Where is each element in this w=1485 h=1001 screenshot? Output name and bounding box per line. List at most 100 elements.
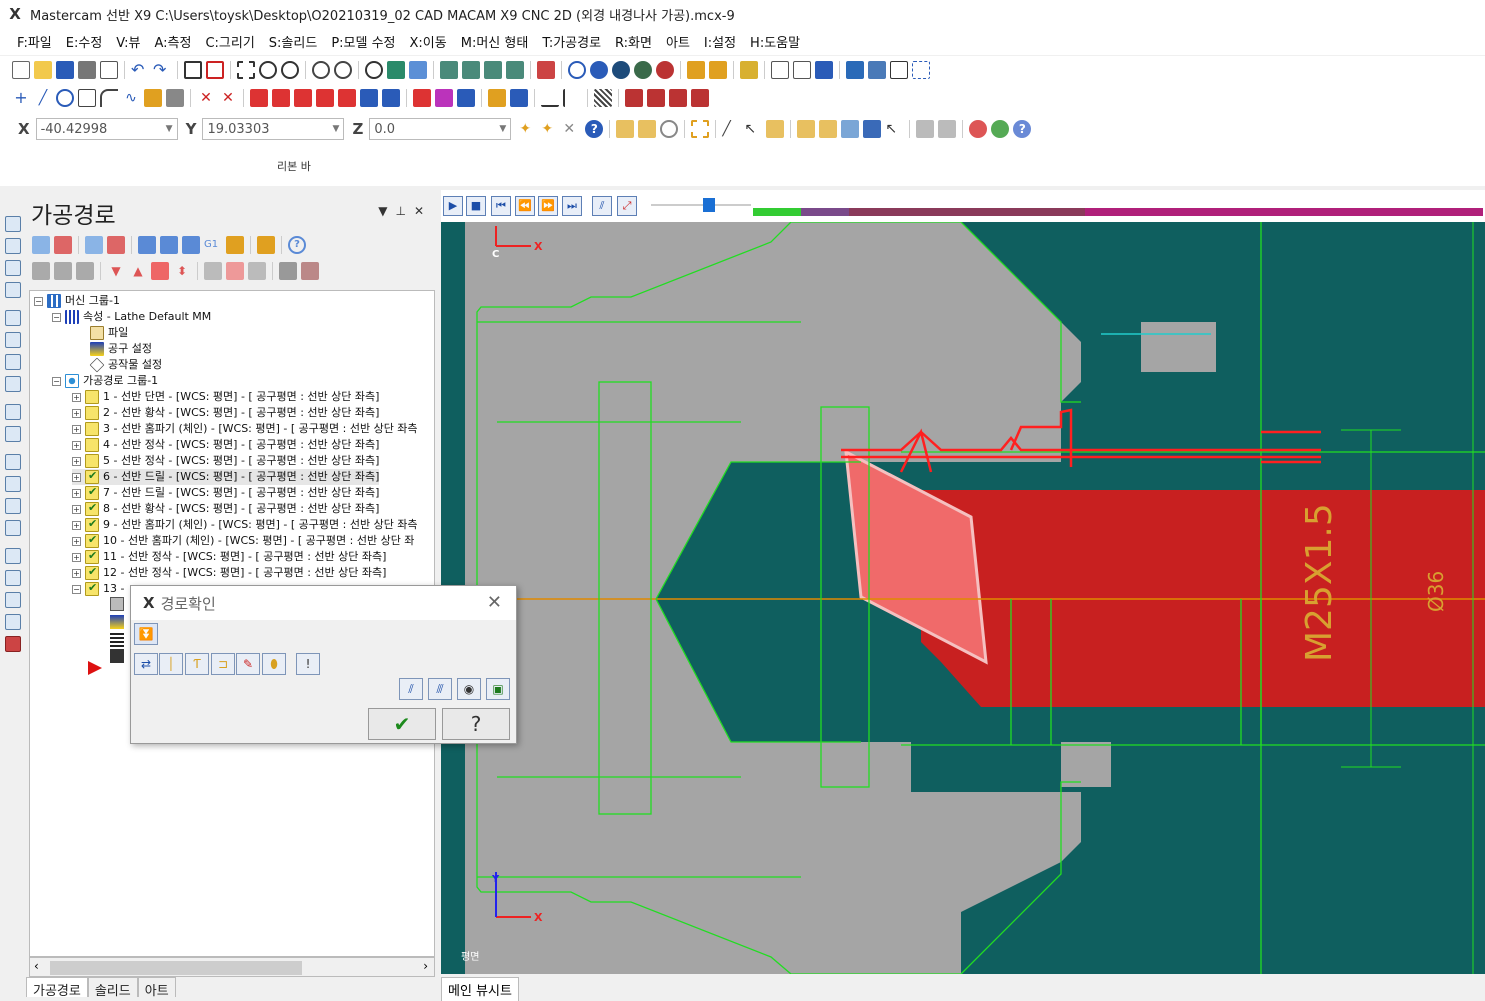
menu-model-prep[interactable]: P:모델 수정 bbox=[324, 32, 402, 51]
backplot-icon[interactable] bbox=[138, 236, 156, 254]
shade-verify-button[interactable]: ⬮ bbox=[262, 653, 286, 675]
tree-machine-group[interactable]: − 머신 그룹-1 bbox=[34, 293, 120, 309]
machine-op-4-icon[interactable] bbox=[691, 89, 709, 107]
x-coordinate-field[interactable]: -40.42998 ▼ bbox=[35, 118, 178, 140]
dynamic-rotate-icon[interactable] bbox=[409, 61, 427, 79]
stop-icon[interactable] bbox=[969, 120, 988, 138]
delete-icon[interactable]: ✕ bbox=[219, 89, 237, 107]
view-top-icon[interactable] bbox=[440, 61, 458, 79]
surface-icon[interactable] bbox=[166, 89, 184, 107]
open-file-icon[interactable] bbox=[34, 61, 52, 79]
expand-icon[interactable]: + bbox=[72, 520, 81, 530]
skip-end-icon[interactable]: ⏭ bbox=[562, 196, 582, 216]
op-tool-icon[interactable] bbox=[110, 615, 124, 629]
op-geometry-icon[interactable] bbox=[110, 633, 124, 647]
display-endpoints-button[interactable]: ✎ bbox=[236, 653, 260, 675]
view-right-icon[interactable] bbox=[484, 61, 502, 79]
tree-stock-settings[interactable]: 공작물 설정 bbox=[89, 357, 162, 373]
camera-icon[interactable]: ◉ bbox=[457, 678, 481, 700]
editor-icon[interactable] bbox=[890, 61, 908, 79]
tree-properties[interactable]: − 속성 - Lathe Default MM bbox=[52, 309, 211, 325]
menu-toolpaths[interactable]: T:가공경로 bbox=[535, 32, 608, 51]
op-params-icon[interactable] bbox=[110, 597, 124, 611]
ghost-icon[interactable] bbox=[76, 262, 94, 280]
cursor-icon[interactable]: ↖ bbox=[744, 120, 762, 138]
strip-tool-1-icon[interactable] bbox=[5, 216, 21, 232]
cube-2-icon[interactable] bbox=[819, 120, 838, 138]
expand-icon[interactable]: + bbox=[72, 568, 81, 578]
menu-art[interactable]: 아트 bbox=[659, 32, 697, 51]
simulate-icon[interactable] bbox=[182, 236, 200, 254]
z-coordinate-field[interactable]: 0.0 ▼ bbox=[369, 118, 512, 140]
strip-tool-15-icon[interactable] bbox=[5, 548, 21, 564]
y-coordinate-field[interactable]: 19.03303 ▼ bbox=[202, 118, 345, 140]
undo-icon[interactable]: ↶ bbox=[131, 61, 149, 79]
tool-display-icon[interactable]: ⤢ bbox=[617, 196, 637, 216]
insert-arrow-icon[interactable] bbox=[151, 262, 169, 280]
line-icon[interactable]: ╱ bbox=[34, 89, 52, 107]
rectangle-icon[interactable] bbox=[78, 89, 96, 107]
rotate-icon[interactable] bbox=[365, 61, 383, 79]
pointer-icon[interactable]: ↖ bbox=[885, 120, 903, 138]
xform-offset-icon[interactable] bbox=[338, 89, 356, 107]
circle-icon[interactable] bbox=[56, 89, 74, 107]
menu-settings[interactable]: I:설정 bbox=[697, 32, 743, 51]
tree-op-13[interactable]: − 13 - bbox=[72, 580, 124, 597]
help-icon[interactable]: ? bbox=[585, 120, 604, 138]
expand-icon[interactable]: + bbox=[72, 392, 81, 402]
strip-tool-8-icon[interactable] bbox=[5, 376, 21, 392]
strip-tool-4-icon[interactable] bbox=[5, 282, 21, 298]
hatch-icon[interactable] bbox=[594, 89, 612, 107]
shaded-icon[interactable] bbox=[612, 61, 630, 79]
tree-op-8[interactable]: +8 - 선반 황삭 - [WCS: 평면] - [ 공구평면 : 선반 상단 … bbox=[72, 500, 379, 517]
collapse-icon[interactable]: − bbox=[34, 296, 43, 306]
view-iso-icon[interactable] bbox=[506, 61, 524, 79]
highfeed-icon[interactable] bbox=[257, 236, 275, 254]
speed-slider[interactable] bbox=[651, 204, 751, 206]
scroll-right-icon[interactable]: › bbox=[423, 959, 428, 973]
step-back-icon[interactable]: ⏪ bbox=[515, 196, 535, 216]
sphere-icon[interactable] bbox=[590, 61, 608, 79]
tree-tool-settings[interactable]: 공구 설정 bbox=[90, 341, 152, 357]
verify-ops-icon[interactable] bbox=[160, 236, 178, 254]
tree-file[interactable]: 파일 bbox=[90, 325, 128, 341]
stop-icon[interactable]: ■ bbox=[466, 196, 486, 216]
strip-tool-19-icon[interactable] bbox=[5, 636, 21, 652]
verify-2-icon[interactable] bbox=[938, 120, 957, 138]
help-button[interactable]: ? bbox=[442, 708, 510, 740]
strip-tool-3-icon[interactable] bbox=[5, 260, 21, 276]
pin-icon[interactable]: ⊥ bbox=[395, 204, 413, 218]
cube-4-icon[interactable] bbox=[863, 120, 882, 138]
expand-icon[interactable]: + bbox=[72, 472, 81, 482]
menu-screen[interactable]: R:화면 bbox=[608, 32, 659, 51]
help-icon[interactable]: ? bbox=[288, 236, 306, 254]
machine-op-2-icon[interactable] bbox=[647, 89, 665, 107]
strip-tool-9-icon[interactable] bbox=[5, 404, 21, 420]
copy-icon[interactable] bbox=[226, 262, 244, 280]
marker-icon[interactable] bbox=[740, 61, 758, 79]
panel-dropdown-icon[interactable]: ▼ bbox=[378, 204, 395, 218]
measure-icon[interactable] bbox=[793, 61, 811, 79]
strip-tool-14-icon[interactable] bbox=[5, 520, 21, 536]
snap-icon[interactable]: ✕ bbox=[563, 120, 581, 138]
ok-icon[interactable] bbox=[991, 120, 1010, 138]
pencil-icon[interactable] bbox=[687, 61, 705, 79]
ok-button[interactable]: ✔ bbox=[368, 708, 436, 740]
tab-art[interactable]: 아트 bbox=[137, 977, 176, 999]
zoom-out-icon[interactable] bbox=[334, 61, 352, 79]
trace-mode-icon[interactable]: ⫽ bbox=[592, 196, 612, 216]
close-icon[interactable]: ✕ bbox=[414, 204, 432, 218]
tab-toolpaths[interactable]: 가공경로 bbox=[26, 977, 88, 999]
tab-main-viewsheet[interactable]: 메인 뷰시트 bbox=[441, 977, 519, 1001]
dimension-horizontal-icon[interactable] bbox=[541, 89, 559, 107]
lock-icon[interactable] bbox=[32, 262, 50, 280]
step-forward-icon[interactable]: ⏩ bbox=[538, 196, 558, 216]
move-updown-icon[interactable]: ⬍ bbox=[173, 262, 191, 280]
regen-dirty-icon[interactable] bbox=[107, 236, 125, 254]
tree-op-5[interactable]: +5 - 선반 정삭 - [WCS: 평면] - [ 공구평면 : 선반 상단 … bbox=[72, 453, 379, 469]
menu-help[interactable]: H:도움말 bbox=[743, 32, 807, 51]
expand-icon[interactable]: + bbox=[72, 552, 81, 562]
strip-tool-6-icon[interactable] bbox=[5, 332, 21, 348]
point-icon[interactable]: + bbox=[12, 89, 30, 107]
trim-icon[interactable]: ✕ bbox=[197, 89, 215, 107]
